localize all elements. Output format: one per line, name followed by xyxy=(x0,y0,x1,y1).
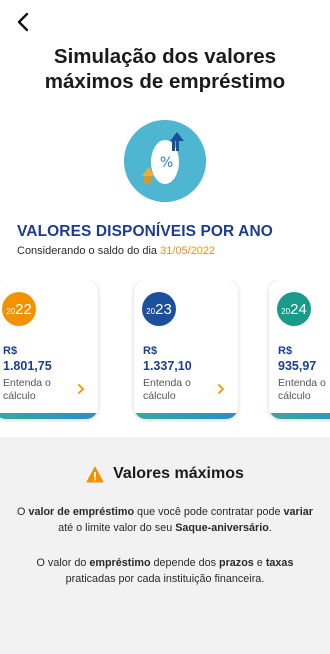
section-subtitle-prefix: Considerando o saldo do dia xyxy=(17,245,161,257)
year-prefix: 20 xyxy=(281,307,291,316)
year-suffix: 24 xyxy=(290,301,307,318)
calculation-link[interactable]: Entenda o cálculo xyxy=(3,377,73,403)
amount-value: 1.337,10 xyxy=(143,359,192,373)
info-paragraph-1: O valor de empréstimo que você pode cont… xyxy=(16,504,314,536)
year-suffix: 22 xyxy=(15,301,32,318)
amount-value: 1.801,75 xyxy=(3,359,52,373)
balance-date: 31/05/2022 xyxy=(160,245,216,257)
year-prefix: 20 xyxy=(6,307,16,316)
year-badge: 20 24 xyxy=(277,292,311,326)
text-bold: taxas xyxy=(265,557,294,569)
year-card-2022[interactable]: 20 22 R$ 1.801,75 Entenda o cálculo xyxy=(0,280,98,419)
info-paragraph-2: O valor do empréstimo depende dos prazos… xyxy=(16,555,314,587)
back-button[interactable] xyxy=(12,10,36,34)
year-suffix: 23 xyxy=(155,301,172,318)
text: até o limite valor do seu xyxy=(58,522,176,534)
piggy-percent-icon: % xyxy=(124,120,206,202)
year-card-2024[interactable]: 20 24 R$ 935,97 Entenda o cálculo xyxy=(269,280,330,419)
year-badge: 20 22 xyxy=(2,292,36,326)
svg-text:%: % xyxy=(160,155,173,171)
year-card-2023[interactable]: 20 23 R$ 1.337,10 Entenda o cálculo xyxy=(134,280,238,419)
calculation-link[interactable]: Entenda o cálculo xyxy=(278,377,330,403)
amount-value: 935,97 xyxy=(278,359,317,373)
chevron-right-icon xyxy=(76,384,86,394)
year-badge: 20 23 xyxy=(142,292,176,326)
card-accent-bar xyxy=(0,413,98,419)
chevron-left-icon xyxy=(17,12,29,32)
text-bold: variar xyxy=(283,506,313,518)
currency-label: R$ xyxy=(3,345,18,357)
card-accent-bar xyxy=(134,413,238,419)
year-prefix: 20 xyxy=(146,307,156,316)
main-panel: Simulação dos valores máximos de emprést… xyxy=(0,0,330,437)
info-panel: Valores máximos O valor de empréstimo qu… xyxy=(0,437,330,654)
text: . xyxy=(268,522,272,534)
text-bold: prazos xyxy=(219,557,254,569)
text: praticadas por cada instituição financei… xyxy=(65,573,265,585)
text-bold: Saque-aniversário xyxy=(175,522,269,534)
text: e xyxy=(253,557,266,569)
info-heading: Valores máximos xyxy=(0,465,330,483)
year-cards-carousel[interactable]: 20 22 R$ 1.801,75 Entenda o cálculo 20 23 … xyxy=(0,280,330,422)
currency-label: R$ xyxy=(143,345,158,357)
page-title-line2: máximos de empréstimo xyxy=(44,70,286,93)
chevron-right-icon xyxy=(216,384,226,394)
currency-label: R$ xyxy=(278,345,293,357)
info-title: Valores máximos xyxy=(113,465,244,482)
text: depende dos xyxy=(150,557,219,569)
text: que você pode contratar pode xyxy=(134,506,284,518)
text-bold: empréstimo xyxy=(89,557,151,569)
text: O valor do xyxy=(36,557,90,569)
page-title-line1: Simulação dos valores xyxy=(53,45,277,68)
calculation-link[interactable]: Entenda o cálculo xyxy=(143,377,213,403)
section-subtitle: Considerando o saldo do dia 31/05/2022 xyxy=(17,245,215,257)
warning-icon xyxy=(86,466,104,483)
text-bold: valor de empréstimo xyxy=(28,506,135,518)
section-title: VALORES DISPONÍVEIS POR ANO xyxy=(17,223,273,240)
text: O xyxy=(17,506,29,518)
card-accent-bar xyxy=(269,413,330,419)
page-title: Simulação dos valores máximos de emprést… xyxy=(0,44,330,94)
